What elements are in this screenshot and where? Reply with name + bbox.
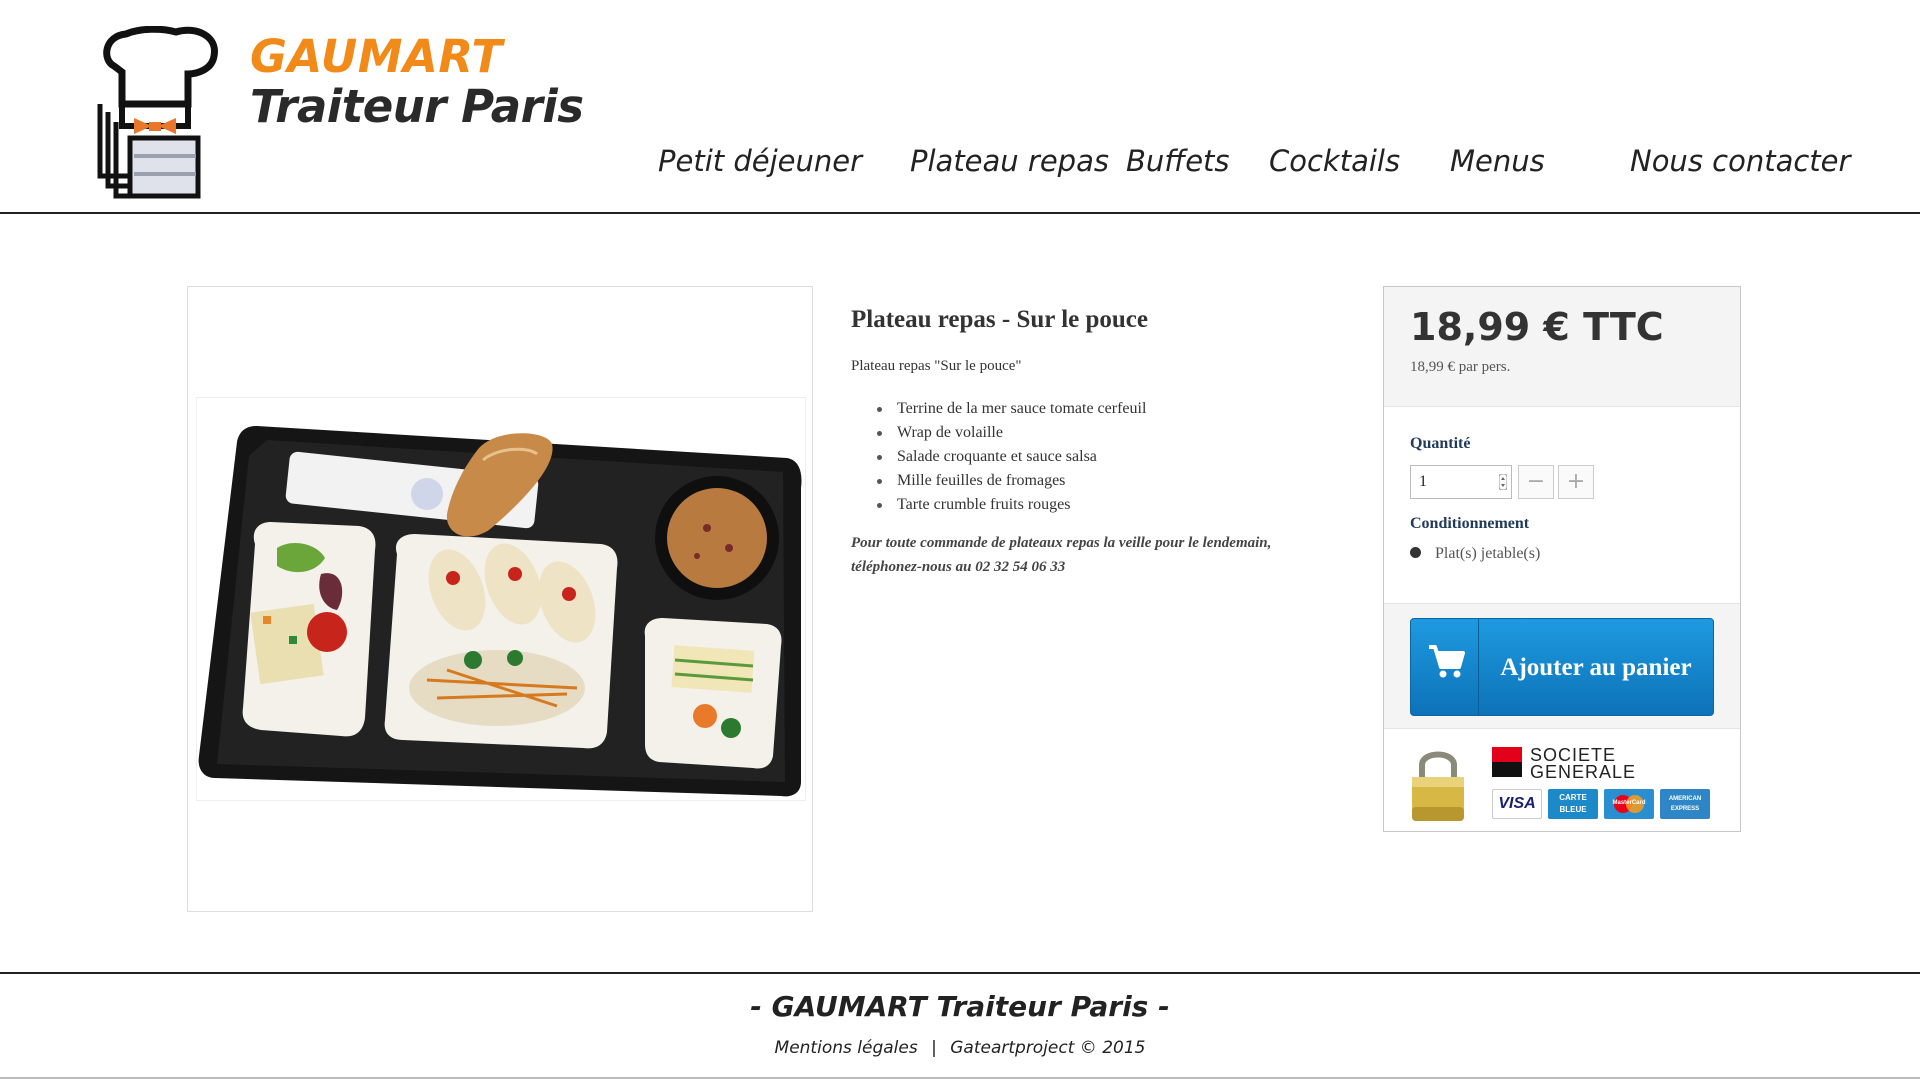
quantity-increase-button[interactable]: +: [1558, 465, 1594, 499]
nav-cocktails[interactable]: Cocktails: [1269, 144, 1400, 178]
amex-card-icon: AMERICAN EXPRESS: [1660, 789, 1710, 819]
nav-menus[interactable]: Menus: [1450, 144, 1545, 178]
societe-generale-mark-icon-bottom: [1492, 762, 1522, 777]
cart-area: Ajouter au panier: [1384, 603, 1740, 729]
price-per-person: 18,99 € par pers.: [1410, 359, 1511, 375]
price-area: 18,99 € TTC 18,99 € par pers.: [1384, 287, 1740, 407]
cart-icon-cell: [1411, 619, 1479, 715]
quantity-value: 1: [1419, 473, 1427, 490]
product-price: 18,99 € TTC: [1410, 305, 1664, 349]
list-item: Terrine de la mer sauce tomate cerfeuil: [877, 397, 1291, 421]
footer-title: - GAUMART Traiteur Paris -: [750, 990, 1170, 1023]
societe-generale-logo: SOCIETE GENERALE: [1492, 745, 1652, 782]
quantity-decrease-button[interactable]: −: [1518, 465, 1554, 499]
brand-name[interactable]: GAUMART Traiteur Paris: [250, 32, 584, 131]
lunch-tray-photo-icon: [197, 398, 805, 800]
nav-nous-contacter[interactable]: Nous contacter: [1630, 144, 1850, 178]
visa-card-icon: VISA: [1492, 789, 1542, 819]
order-note: Pour toute commande de plateaux repas la…: [851, 535, 1272, 575]
shopping-cart-icon: [1429, 645, 1465, 678]
buy-box: 18,99 € TTC 18,99 € par pers. Quantité 1…: [1383, 286, 1741, 832]
secure-payment-area: SOCIETE GENERALE VISA CARTE BLEUE Master…: [1384, 729, 1740, 831]
spinner-arrows-icon[interactable]: [1499, 474, 1507, 490]
nav-petit-dejeuner[interactable]: Petit déjeuner: [658, 144, 862, 178]
product-image-frame[interactable]: [187, 286, 813, 912]
add-to-cart-label: Ajouter au panier: [1500, 653, 1692, 681]
main-nav: Petit déjeuner Plateau repas Buffets Coc…: [0, 144, 1920, 184]
mastercard-card-icon: MasterCard: [1604, 789, 1654, 819]
quantity-input[interactable]: 1: [1410, 465, 1512, 499]
nav-buffets[interactable]: Buffets: [1126, 144, 1230, 178]
brand-line-2: Traiteur Paris: [250, 79, 584, 133]
footer-divider: [0, 972, 1920, 974]
packaging-option-label: Plat(s) jetable(s): [1435, 545, 1541, 562]
list-item: Tarte crumble fruits rouges: [877, 493, 1291, 517]
societe-generale-mark-icon: [1492, 747, 1522, 762]
add-to-cart-button[interactable]: Ajouter au panier: [1410, 618, 1714, 716]
list-item: Salade croquante et sauce salsa: [877, 445, 1291, 469]
credit-link[interactable]: Gateartproject © 2015: [950, 1038, 1145, 1058]
product-description: Plateau repas - Sur le pouce Plateau rep…: [851, 306, 1291, 579]
nav-plateau-repas[interactable]: Plateau repas: [910, 144, 1109, 178]
product-photo: [196, 397, 806, 801]
mastercard-label: MasterCard: [1612, 800, 1646, 806]
brand-line-1: GAUMART: [250, 30, 503, 83]
packaging-label: Conditionnement: [1410, 515, 1530, 532]
padlock-icon: [1412, 751, 1464, 821]
options-area: Quantité 1 − + Conditionnement: [1384, 407, 1740, 603]
footer-separator: |: [931, 1038, 937, 1058]
list-item: Wrap de volaille: [877, 421, 1291, 445]
carte-bleue-card-icon: CARTE BLEUE: [1548, 789, 1598, 819]
list-item: Mille feuilles de fromages: [877, 469, 1291, 493]
radio-selected-icon[interactable]: [1410, 546, 1421, 558]
bank-name: SOCIETE GENERALE: [1530, 745, 1637, 782]
footer-links: Mentions légales | Gateartproject © 2015: [0, 1038, 1920, 1058]
packaging-option[interactable]: Plat(s) jetable(s): [1410, 545, 1540, 563]
footer-bottom-divider: [0, 1077, 1920, 1079]
product-items-list: Terrine de la mer sauce tomate cerfeuil …: [877, 397, 1291, 517]
product-title: Plateau repas - Sur le pouce: [851, 306, 1148, 333]
product-intro: Plateau repas "Sur le pouce": [851, 358, 1022, 374]
quantity-label: Quantité: [1410, 435, 1471, 452]
site-header: GAUMART Traiteur Paris Petit déjeuner Pl…: [0, 0, 1920, 214]
legal-link[interactable]: Mentions légales: [775, 1038, 918, 1058]
